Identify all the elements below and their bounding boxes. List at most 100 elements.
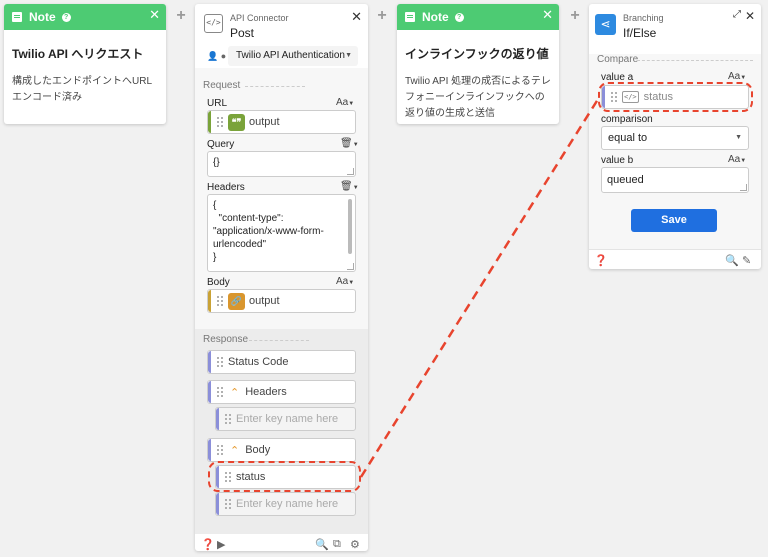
drag-handle-icon[interactable] bbox=[216, 356, 224, 368]
pencil-icon[interactable]: ✎ bbox=[742, 254, 751, 267]
note-card-inline-hook: Note ? ✕ インラインフックの返り値 Twilio API 処理の成否によ… bbox=[397, 4, 559, 124]
close-icon[interactable]: ✕ bbox=[542, 8, 553, 21]
type-selector-label: Aa bbox=[336, 97, 349, 108]
section-divider bbox=[637, 60, 753, 61]
gear-icon[interactable]: ⚙ bbox=[350, 538, 360, 551]
code-icon: </> bbox=[204, 14, 223, 33]
help-icon[interactable]: ❓ bbox=[594, 254, 608, 267]
headers-textarea[interactable]: { "content-type": "application/x-www-for… bbox=[207, 194, 356, 272]
body-key-placeholder: Enter key name here bbox=[236, 498, 339, 510]
note-card-request: Note ? ✕ Twilio API へリクエスト 構成したエンドポイントへU… bbox=[4, 4, 166, 124]
type-selector-label: Aa bbox=[336, 276, 349, 287]
query-value: {} bbox=[213, 157, 220, 168]
branching-card: ⋖ Branching If/Else ⤢ ✕ Compare value a … bbox=[589, 4, 761, 269]
drag-handle-icon[interactable] bbox=[224, 498, 232, 510]
trash-icon[interactable]: 🗑▼ bbox=[340, 138, 359, 149]
card-subtitle: Branching bbox=[623, 13, 664, 23]
type-selector[interactable]: Aa▼ bbox=[336, 276, 354, 287]
pill-bar bbox=[208, 381, 211, 403]
note-title: Twilio API へリクエスト bbox=[12, 47, 144, 61]
user-icon: 👤 ● bbox=[207, 51, 227, 61]
add-step-plus-icon[interactable]: + bbox=[175, 8, 187, 24]
add-step-plus-icon[interactable]: + bbox=[569, 8, 581, 24]
help-icon[interactable]: ? bbox=[61, 12, 71, 22]
resize-handle[interactable] bbox=[347, 168, 354, 175]
close-icon[interactable]: ✕ bbox=[351, 10, 362, 23]
headers-key-placeholder: Enter key name here bbox=[236, 413, 339, 425]
headers-value: { "content-type": "application/x-www-for… bbox=[213, 200, 324, 263]
note-header: Note ? ✕ bbox=[397, 4, 559, 30]
add-step-plus-icon[interactable]: + bbox=[376, 8, 388, 24]
copy-icon[interactable]: ⧉ bbox=[333, 538, 341, 551]
status-code-field[interactable]: Status Code bbox=[207, 350, 356, 374]
drag-handle-icon[interactable] bbox=[216, 386, 224, 398]
auth-row: 👤 ● Twilio API Authentication ▼ bbox=[195, 42, 368, 68]
request-section-label: Request bbox=[203, 80, 241, 91]
note-header: Note ? ✕ bbox=[4, 4, 166, 30]
close-icon[interactable]: ✕ bbox=[745, 9, 755, 23]
chevron-up-icon[interactable]: ⌃ bbox=[230, 444, 239, 457]
scrollbar[interactable] bbox=[348, 199, 352, 254]
trash-icon[interactable]: 🗑▼ bbox=[340, 181, 359, 192]
resize-handle[interactable] bbox=[347, 263, 354, 270]
value-b-value: queued bbox=[607, 174, 644, 186]
chevron-up-icon[interactable]: ⌃ bbox=[230, 386, 239, 399]
note-icon bbox=[12, 12, 22, 22]
save-button[interactable]: Save bbox=[631, 209, 717, 232]
close-icon[interactable]: ✕ bbox=[149, 8, 160, 21]
search-icon[interactable]: 🔍 bbox=[725, 254, 739, 267]
type-selector-label: Aa bbox=[728, 71, 741, 82]
note-header-label: Note bbox=[29, 10, 56, 24]
share-icon: ⋖ bbox=[595, 14, 616, 35]
query-label: Query bbox=[207, 139, 235, 150]
url-input[interactable]: ❝❞ output bbox=[207, 110, 356, 134]
text-chip-icon: ❝❞ bbox=[228, 113, 245, 131]
pill-bar bbox=[208, 111, 211, 133]
value-b-input[interactable]: queued bbox=[601, 167, 749, 193]
note-text: Twilio API 処理の成否によるテレフォニーインラインフックへの返り値の生… bbox=[405, 76, 551, 119]
drag-handle-icon[interactable] bbox=[216, 295, 224, 307]
note-text: 構成したエンドポイントへURLエンコード済み bbox=[12, 76, 153, 103]
section-divider bbox=[245, 86, 305, 87]
body-key-input[interactable]: Enter key name here bbox=[215, 492, 356, 516]
response-headers-field[interactable]: ⌃ Headers bbox=[207, 380, 356, 404]
type-selector[interactable]: Aa▼ bbox=[728, 71, 746, 82]
link-chip-icon: 🔗 bbox=[228, 292, 245, 310]
connector-line bbox=[359, 95, 602, 478]
resize-handle[interactable] bbox=[740, 184, 747, 191]
play-icon[interactable]: ▶ bbox=[217, 538, 225, 551]
note-header-label: Note bbox=[422, 10, 449, 24]
headers-label: Headers bbox=[207, 182, 245, 193]
drag-handle-icon[interactable] bbox=[216, 444, 224, 456]
drag-handle-icon[interactable] bbox=[224, 413, 232, 425]
body-input[interactable]: 🔗 output bbox=[207, 289, 356, 313]
response-section-label: Response bbox=[203, 334, 249, 345]
type-selector[interactable]: Aa▼ bbox=[728, 154, 746, 165]
help-icon[interactable]: ❓ bbox=[201, 538, 215, 551]
search-icon[interactable]: 🔍 bbox=[315, 538, 329, 551]
pill-bar bbox=[208, 439, 211, 461]
url-value: output bbox=[249, 116, 280, 128]
type-selector[interactable]: Aa▼ bbox=[336, 97, 354, 108]
highlight-value-a bbox=[598, 82, 753, 112]
card-title: Post bbox=[230, 26, 255, 40]
auth-select-value: Twilio API Authentication bbox=[236, 50, 345, 61]
comparison-select[interactable]: equal to ▼ bbox=[601, 126, 749, 150]
pill-bar bbox=[208, 290, 211, 312]
highlight-body-status bbox=[208, 461, 361, 492]
response-body-label: Body bbox=[245, 444, 271, 456]
drag-handle-icon[interactable] bbox=[216, 116, 224, 128]
chevron-down-icon: ▼ bbox=[735, 134, 742, 141]
auth-select[interactable]: Twilio API Authentication ▼ bbox=[228, 46, 358, 66]
query-textarea[interactable]: {} bbox=[207, 151, 356, 177]
expand-icon[interactable]: ⤢ bbox=[733, 9, 741, 20]
help-icon[interactable]: ? bbox=[454, 12, 464, 22]
card-footer: ❓ 🔍 ✎ bbox=[589, 249, 761, 269]
response-body-field[interactable]: ⌃ Body bbox=[207, 438, 356, 462]
api-connector-header: </> API Connector Post ✕ bbox=[195, 4, 368, 42]
headers-key-input[interactable]: Enter key name here bbox=[215, 407, 356, 431]
status-code-label: Status Code bbox=[228, 356, 289, 368]
note-icon bbox=[405, 12, 415, 22]
compare-section-label: Compare bbox=[597, 54, 639, 65]
card-footer: ❓ ▶ 🔍 ⧉ ⚙ bbox=[195, 534, 368, 551]
